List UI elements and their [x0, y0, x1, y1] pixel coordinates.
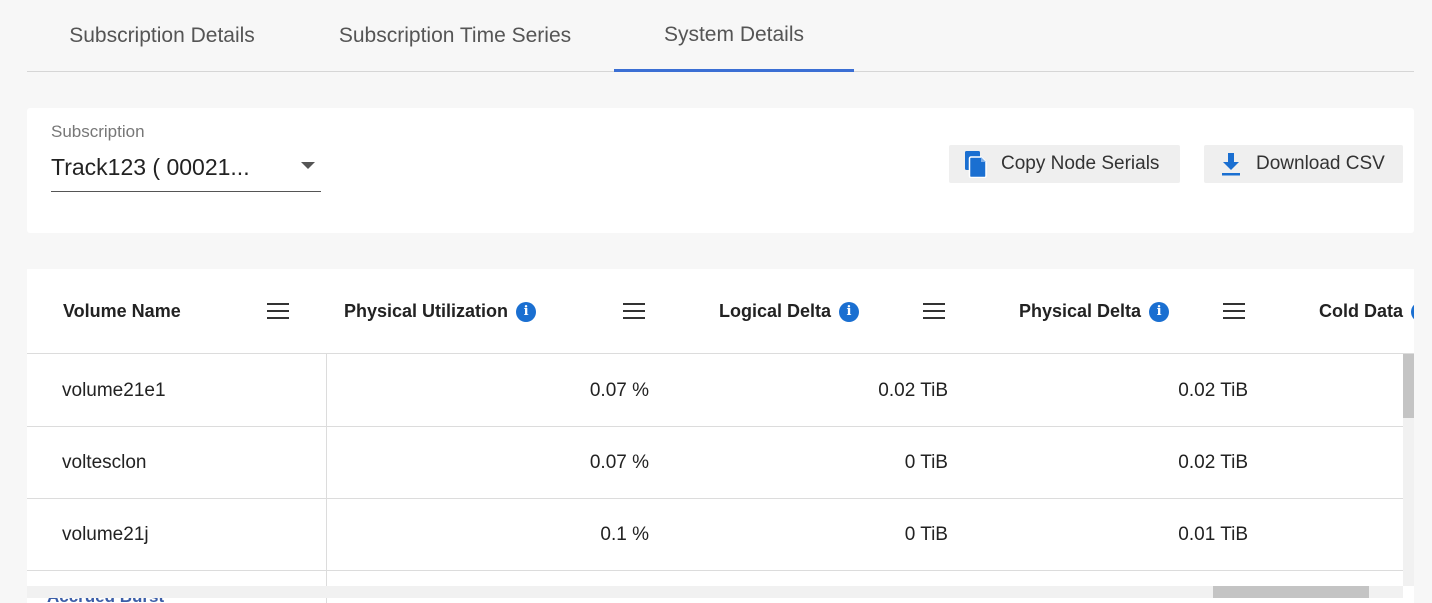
physical-utilization-cell: 0.07 %: [589, 452, 649, 473]
column-menu-icon[interactable]: [1223, 303, 1245, 319]
subscription-select[interactable]: Track123 ( 00021...: [51, 148, 321, 192]
volume-name-cell: volume21j: [62, 524, 149, 545]
column-header-label: Physical Delta: [1019, 301, 1142, 321]
info-icon[interactable]: i: [1411, 301, 1414, 322]
column-menu-icon[interactable]: [267, 303, 289, 319]
vertical-scroll-thumb[interactable]: [1403, 354, 1414, 418]
logical-delta-cell: 0 TiB: [904, 524, 948, 545]
download-csv-label: Download CSV: [1256, 153, 1385, 174]
download-icon: [1218, 150, 1244, 178]
subscription-selected-value: Track123 ( 00021...: [51, 154, 250, 180]
volume-name-cell: volume21e1: [62, 380, 166, 401]
table-row[interactable]: volume21j 0.1 % 0 TiB 0.01 TiB: [27, 499, 1403, 571]
vertical-scrollbar[interactable]: [1403, 354, 1414, 586]
horizontal-scrollbar[interactable]: [27, 586, 1403, 598]
logical-delta-cell: 0.02 TiB: [878, 380, 948, 401]
column-header-label: Logical Delta: [719, 301, 832, 321]
copy-icon: [963, 150, 989, 178]
info-icon[interactable]: i: [516, 301, 537, 322]
column-menu-icon[interactable]: [923, 303, 945, 319]
caret-down-icon: [301, 162, 315, 169]
volume-name-cell: voltesclon: [62, 452, 147, 473]
info-icon[interactable]: i: [1149, 301, 1170, 322]
physical-utilization-cell: 0.1 %: [600, 524, 649, 545]
column-header-volume-name[interactable]: Volume Name: [63, 269, 181, 354]
horizontal-scroll-thumb[interactable]: [1213, 586, 1369, 598]
subscription-label: Subscription: [51, 122, 145, 141]
tab-system-details[interactable]: System Details: [614, 0, 854, 72]
table-header: Volume Name Physical Utilization i Logic…: [27, 269, 1414, 354]
table-row[interactable]: voltesclon 0.07 % 0 TiB 0.02 TiB: [27, 427, 1403, 499]
copy-node-serials-button[interactable]: Copy Node Serials: [949, 145, 1180, 183]
tab-bar: Subscription Details Subscription Time S…: [27, 0, 1414, 72]
column-header-physical-delta[interactable]: Physical Delta i: [1019, 269, 1170, 354]
column-header-logical-delta[interactable]: Logical Delta i: [719, 269, 860, 354]
physical-delta-cell: 0.02 TiB: [1178, 380, 1248, 401]
copy-node-serials-label: Copy Node Serials: [1001, 153, 1160, 174]
filter-panel: Subscription Track123 ( 00021... Copy No…: [27, 108, 1414, 233]
column-header-label: Physical Utilization: [344, 301, 509, 321]
download-csv-button[interactable]: Download CSV: [1204, 145, 1403, 183]
physical-delta-cell: 0.02 TiB: [1178, 452, 1248, 473]
column-header-cold-data[interactable]: Cold Data i: [1319, 269, 1414, 354]
table-row[interactable]: volume21e1 0.07 % 0.02 TiB 0.02 TiB: [27, 355, 1403, 427]
column-header-label: Cold Data: [1319, 301, 1404, 321]
column-header-label: Volume Name: [63, 301, 181, 321]
volumes-table: Volume Name Physical Utilization i Logic…: [27, 269, 1414, 603]
column-menu-icon[interactable]: [623, 303, 645, 319]
logical-delta-cell: 0 TiB: [904, 452, 948, 473]
column-header-physical-utilization[interactable]: Physical Utilization i: [344, 269, 537, 354]
physical-delta-cell: 0.01 TiB: [1178, 524, 1248, 545]
physical-utilization-cell: 0.07 %: [589, 380, 649, 401]
tab-subscription-time-series[interactable]: Subscription Time Series: [309, 0, 601, 72]
tab-subscription-details[interactable]: Subscription Details: [27, 0, 297, 72]
info-icon[interactable]: i: [839, 301, 860, 322]
